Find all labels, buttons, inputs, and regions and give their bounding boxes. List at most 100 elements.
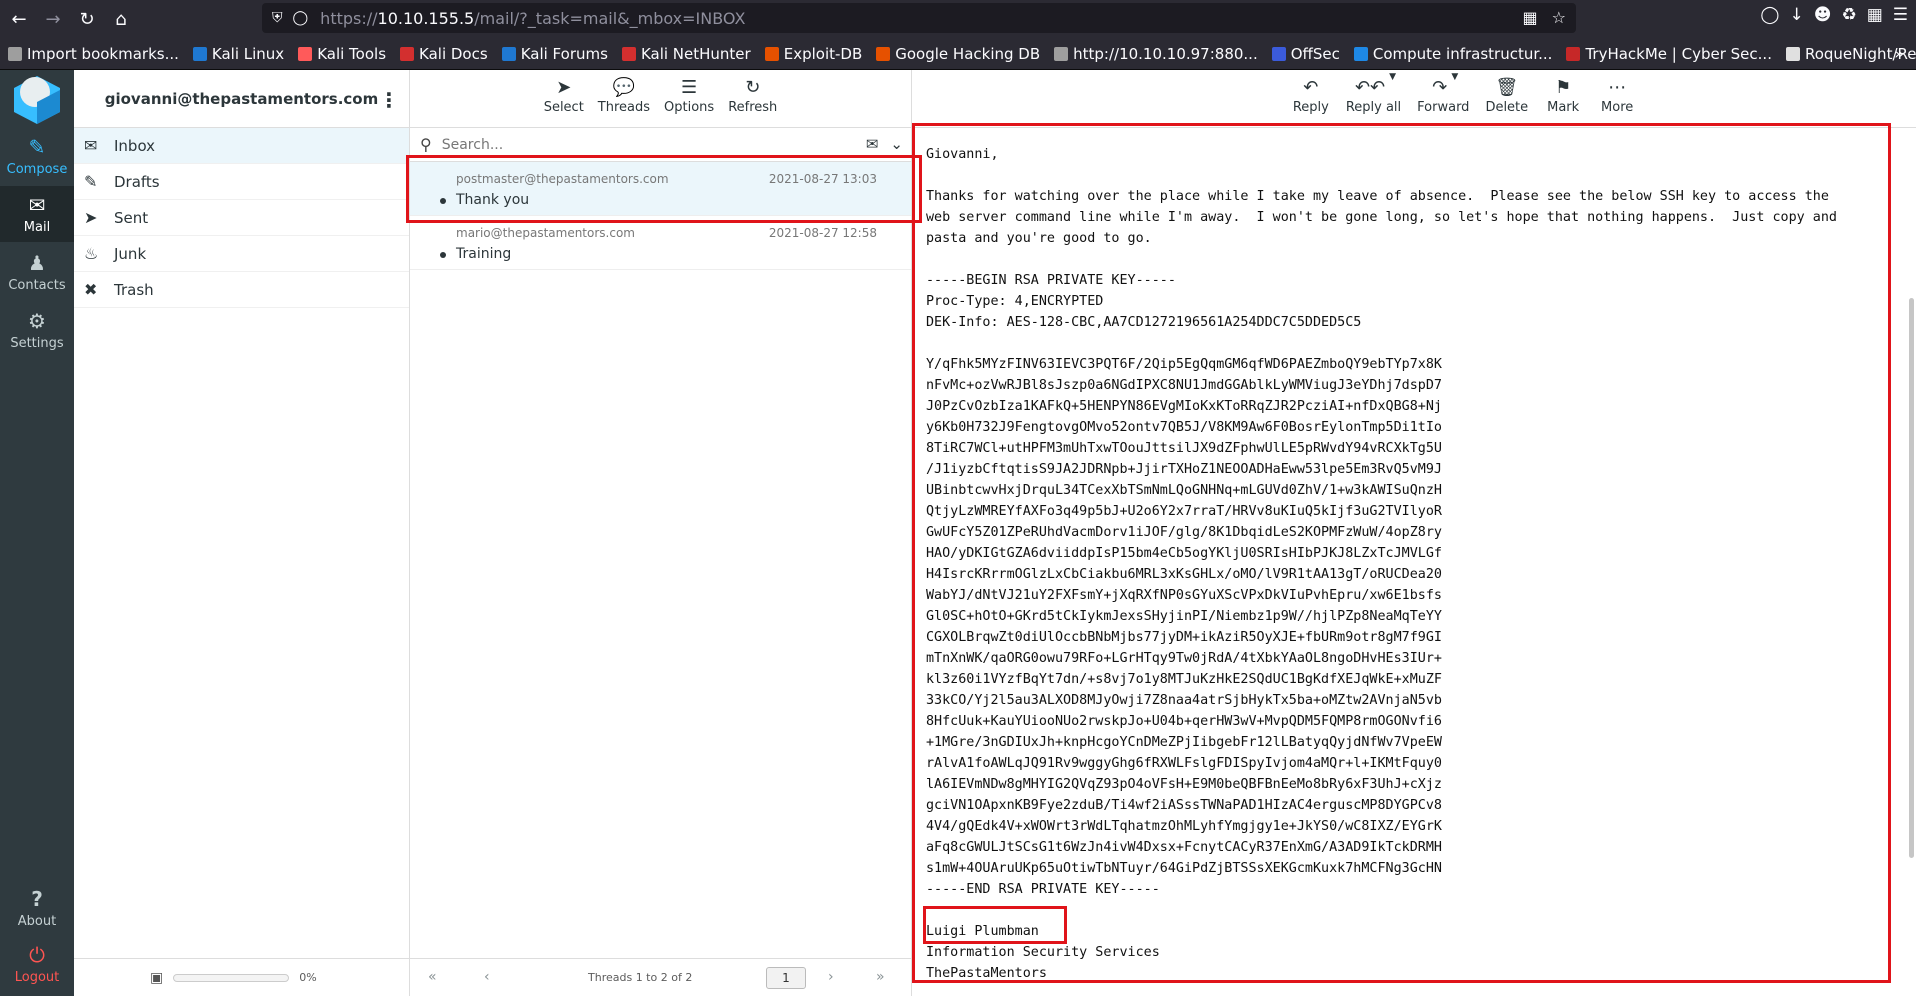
bookmark-item[interactable]: Google Hacking DB: [876, 45, 1040, 63]
folder-label: Sent: [114, 208, 149, 227]
envelope-icon: ✉: [28, 193, 46, 217]
options-button[interactable]: ☰ Options: [664, 76, 714, 127]
pointer-icon: ➤: [556, 77, 572, 98]
download-icon[interactable]: ↓: [1789, 5, 1803, 25]
message-row[interactable]: postmaster@thepastamentors.com 2021-08-27…: [410, 162, 911, 216]
folder-list: ✉ Inbox ✎ Drafts ➤ Sent ♨ Junk ✖ Trash: [74, 128, 409, 308]
envelope-filter-icon[interactable]: ✉: [866, 135, 879, 153]
roundcube-logo: [14, 76, 60, 124]
folder-item-junk[interactable]: ♨ Junk: [74, 236, 409, 272]
bookmark-item[interactable]: OffSec: [1271, 44, 1340, 63]
bookmark-label: TryHackMe | Cyber Sec...: [1585, 44, 1772, 63]
reply-all-button[interactable]: ↶↶ ▼ Reply all: [1346, 72, 1401, 127]
reload-icon[interactable]: ↻: [72, 4, 102, 34]
next-page-icon[interactable]: ›: [828, 969, 834, 985]
bookmark-favicon-icon: [192, 46, 207, 61]
lock-icon: ◯: [292, 10, 309, 26]
chevron-down-icon[interactable]: ⌄: [890, 135, 903, 153]
kebab-menu-icon[interactable]: ⋮: [379, 88, 399, 112]
account-email: giovanni@thepastamentors.com: [104, 89, 379, 108]
bookmark-item[interactable]: Kali Forums: [501, 45, 608, 63]
trash-icon: 🗑: [1495, 77, 1519, 98]
bookmark-item[interactable]: Kali NetHunter: [621, 45, 751, 63]
pager: « ‹ Threads 1 to 2 of 2 1 › »: [410, 958, 912, 996]
trash-icon: ✖: [84, 280, 98, 299]
bookmark-item[interactable]: Kali Tools: [298, 45, 386, 63]
caret-down-icon[interactable]: ▼: [1389, 72, 1396, 82]
about-button[interactable]: ? About: [0, 880, 74, 936]
bookmark-item[interactable]: TryHackMe | Cyber Sec...: [1566, 45, 1772, 63]
browser-toolbar: ← → ↻ ⌂ ⛨ ◯ https://10.10.155.5/mail/?_t…: [0, 0, 1916, 38]
bookmark-item[interactable]: Compute infrastructur...: [1353, 45, 1552, 63]
folder-item-trash[interactable]: ✖ Trash: [74, 272, 409, 308]
url-text[interactable]: https://10.10.155.5/mail/?_task=mail&_mb…: [320, 9, 745, 28]
bookmark-favicon-icon: [1054, 46, 1069, 61]
message-rows: postmaster@thepastamentors.com 2021-08-27…: [410, 162, 911, 270]
mail-button[interactable]: ✉ Mail: [0, 186, 74, 242]
folder-item-drafts[interactable]: ✎ Drafts: [74, 164, 409, 200]
search-bar[interactable]: ⚲ Search... ✉ ⌄: [410, 128, 911, 162]
mark-button[interactable]: ⚑ Mark: [1544, 76, 1582, 127]
reply-icon: ↶: [1303, 77, 1319, 98]
unread-dot-icon: [440, 252, 446, 258]
refresh-icon: ↻: [745, 77, 761, 98]
forward-arrow-icon: ↷ ▼: [1432, 72, 1459, 98]
star-icon[interactable]: ☆: [1552, 8, 1566, 27]
pencil-icon: ✎: [84, 172, 98, 191]
account-icon[interactable]: ☻: [1814, 5, 1832, 25]
folder-item-inbox[interactable]: ✉ Inbox: [74, 128, 409, 164]
bookmark-item[interactable]: Kali Docs: [400, 45, 488, 63]
message-toolbar: ↶ Reply ↶↶ ▼ Reply all ↷ ▼ Forward 🗑 Delete ⚑ M…: [912, 70, 1916, 128]
more-button[interactable]: ⋯ More: [1598, 76, 1636, 127]
bookmark-item[interactable]: Kali Linux: [192, 45, 284, 63]
message-list-panel: ➤ Select 💬 Threads ☰ Options ↻ Refresh ⚲ Sea…: [410, 70, 912, 996]
bookmark-item[interactable]: http://10.10.10.97:880...: [1054, 45, 1258, 63]
grid-icon[interactable]: ▦: [1523, 8, 1538, 27]
tag-icon: ⚑: [1555, 77, 1572, 98]
logout-button[interactable]: ⏻ Logout: [0, 936, 74, 992]
contacts-button[interactable]: ♟ Contacts: [0, 244, 74, 300]
caret-down-icon[interactable]: ▼: [1451, 72, 1458, 82]
compose-button[interactable]: ✎ Compose: [0, 128, 74, 184]
menu-icon[interactable]: ☰: [1893, 5, 1908, 25]
forward-icon[interactable]: →: [38, 4, 68, 34]
bookmark-label: OffSec: [1290, 44, 1340, 63]
home-icon[interactable]: ⌂: [106, 4, 136, 34]
page-number-input[interactable]: 1: [766, 967, 806, 989]
unread-dot-icon: [440, 198, 446, 204]
bookmark-favicon-icon: [1566, 46, 1581, 61]
select-button[interactable]: ➤ Select: [544, 76, 584, 127]
settings-button[interactable]: ⚙ Settings: [0, 302, 74, 358]
compose-icon: ✎: [28, 135, 46, 159]
sidebar-icon[interactable]: ▦: [1867, 5, 1883, 25]
url-bar[interactable]: ⛨ ◯ https://10.10.155.5/mail/?_task=mail…: [262, 3, 1576, 33]
bookmark-favicon-icon: [764, 46, 779, 61]
search-input[interactable]: Search...: [442, 137, 503, 153]
refresh-button[interactable]: ↻ Refresh: [728, 76, 777, 127]
extensions-icon[interactable]: ♻: [1841, 5, 1856, 25]
last-page-icon[interactable]: »: [876, 969, 885, 985]
back-icon[interactable]: ←: [4, 4, 34, 34]
reply-button[interactable]: ↶ Reply: [1292, 76, 1330, 127]
folder-item-sent[interactable]: ➤ Sent: [74, 200, 409, 236]
search-icon: ⚲: [420, 135, 432, 154]
bookmark-favicon-icon: [1785, 46, 1800, 61]
delete-button[interactable]: 🗑 Delete: [1485, 76, 1528, 127]
bookmark-item[interactable]: Import bookmarks...: [8, 45, 179, 63]
list-toolbar: ➤ Select 💬 Threads ☰ Options ↻ Refresh: [410, 70, 911, 128]
pocket-icon[interactable]: ◯: [1760, 5, 1779, 25]
preview-scrollbar[interactable]: [1906, 128, 1916, 996]
bookmark-item[interactable]: Exploit-DB: [764, 45, 862, 63]
prev-page-icon[interactable]: ‹: [484, 969, 490, 985]
question-icon: ?: [31, 887, 43, 911]
scrollbar-thumb[interactable]: [1909, 298, 1914, 858]
bookmark-label: http://10.10.10.97:880...: [1073, 44, 1258, 63]
quota-indicator: ▣ 0%: [74, 958, 410, 996]
first-page-icon[interactable]: «: [428, 969, 437, 985]
message-from: postmaster@thepastamentors.com: [456, 172, 669, 186]
chevron-double-right-icon[interactable]: »: [1894, 44, 1904, 63]
forward-button[interactable]: ↷ ▼ Forward: [1417, 72, 1469, 127]
bookmark-favicon-icon: [501, 46, 516, 61]
threads-button[interactable]: 💬 Threads: [598, 76, 650, 127]
message-row[interactable]: mario@thepastamentors.com 2021-08-27 12:5…: [410, 216, 911, 270]
